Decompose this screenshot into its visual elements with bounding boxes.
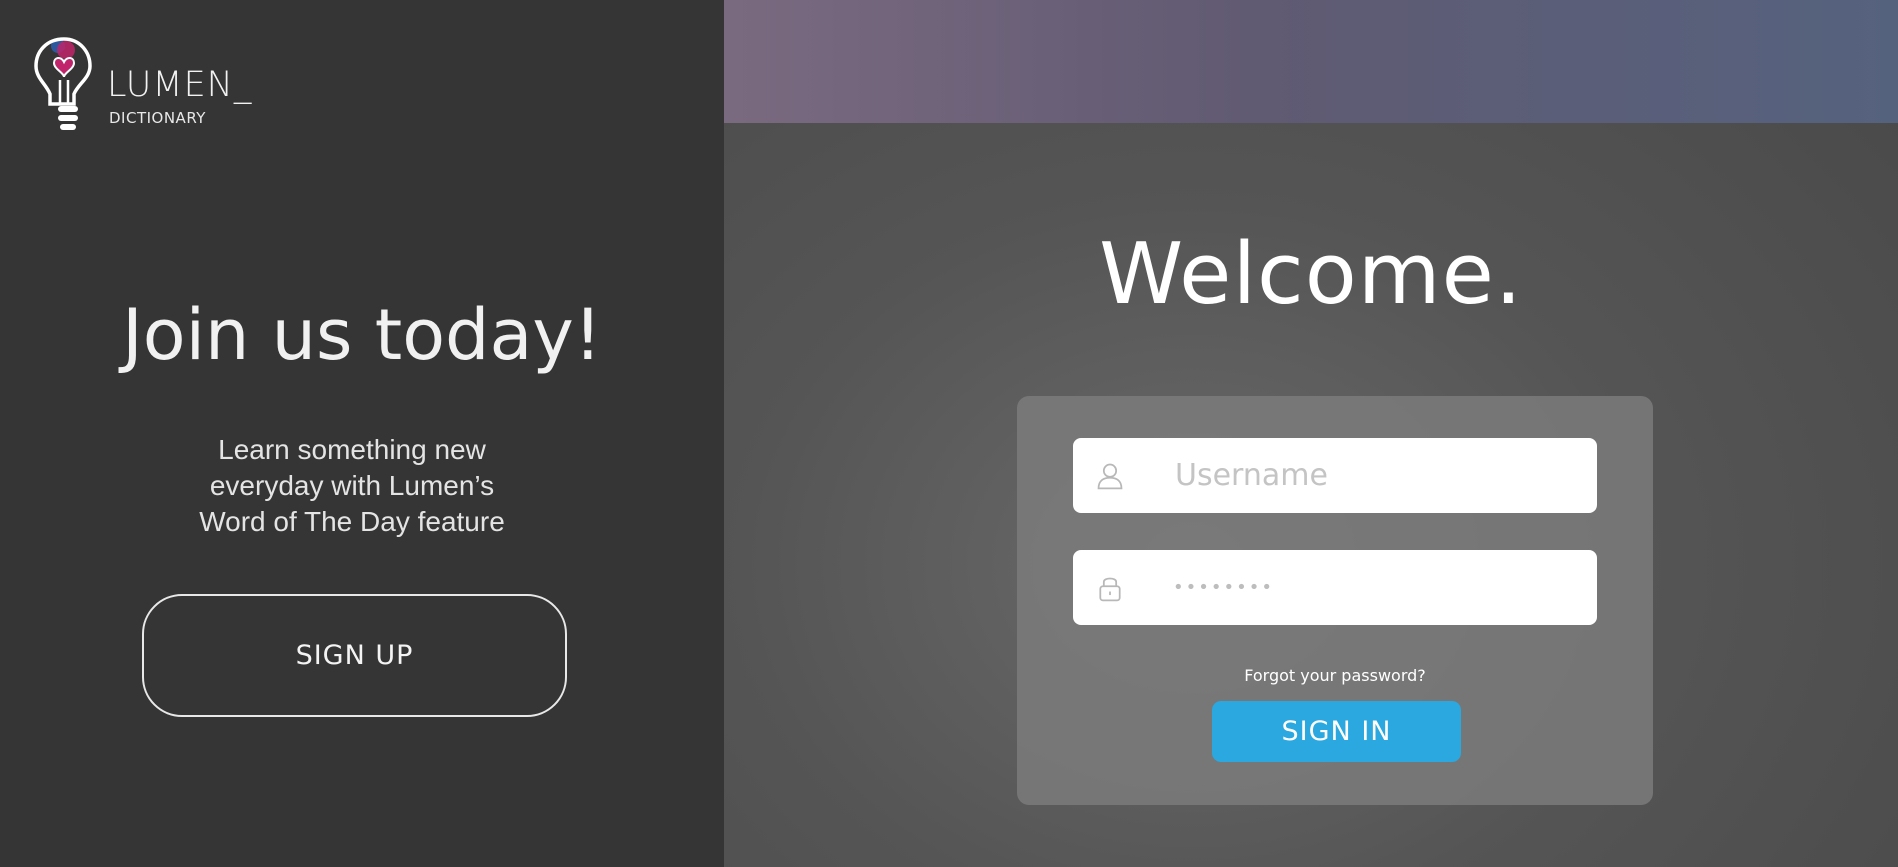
header-gradient-band	[724, 0, 1898, 123]
username-field[interactable]	[1073, 438, 1597, 513]
signup-description-line: Learn something new	[218, 434, 486, 465]
user-icon	[1093, 459, 1127, 493]
login-panel: Welcome. •••••••• Forgot your password	[724, 0, 1898, 867]
lightbulb-heart-icon	[34, 37, 92, 130]
login-card: •••••••• Forgot your password? SIGN IN	[1017, 396, 1653, 805]
brand-name: LUMEN_	[107, 65, 253, 105]
password-input[interactable]: ••••••••	[1173, 577, 1274, 598]
password-field[interactable]: ••••••••	[1073, 550, 1597, 625]
brand-logo[interactable]: LUMEN_ DICTIONARY	[34, 36, 274, 140]
signup-description-line: everyday with Lumen’s	[209, 470, 495, 501]
forgot-password-link[interactable]: Forgot your password?	[1017, 666, 1653, 685]
signup-panel: LUMEN_ DICTIONARY Join us today! Learn s…	[0, 0, 724, 867]
signup-description-line: Word of The Day feature	[199, 506, 505, 537]
signup-description: Learn something new everyday with Lumen’…	[162, 432, 542, 540]
username-input[interactable]	[1173, 444, 1577, 507]
signup-heading: Join us today!	[122, 294, 602, 376]
sign-in-button[interactable]: SIGN IN	[1212, 701, 1461, 762]
sign-up-button[interactable]: SIGN UP	[142, 594, 567, 717]
welcome-heading: Welcome.	[1099, 225, 1523, 324]
brand-subtitle: DICTIONARY	[109, 109, 206, 127]
lock-icon	[1093, 571, 1127, 605]
